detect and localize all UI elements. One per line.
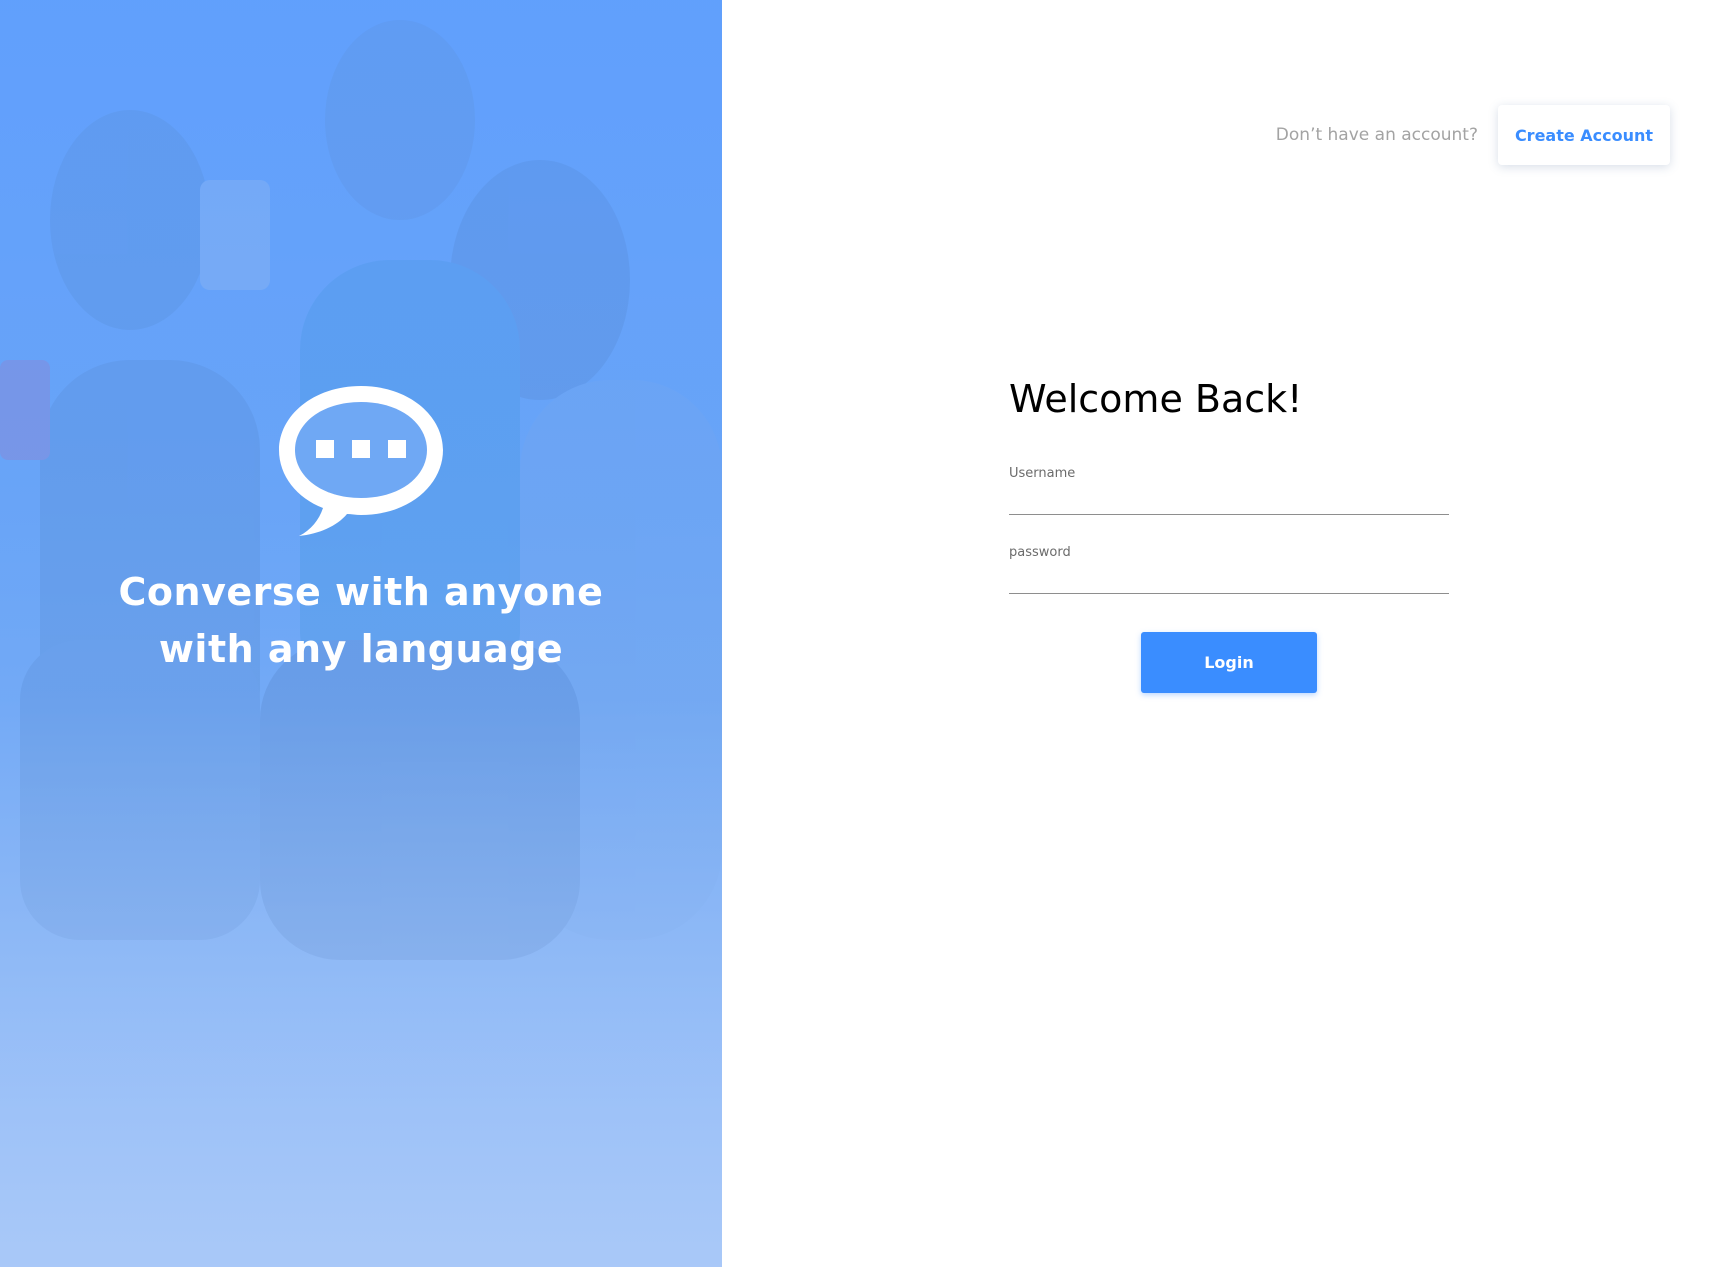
password-input[interactable] <box>1009 561 1449 591</box>
username-field: Username <box>1009 462 1449 515</box>
hero-tagline-line2: with any language <box>158 627 564 671</box>
create-account-button[interactable]: Create Account <box>1498 105 1670 165</box>
login-button-wrap: Login <box>1009 632 1449 693</box>
hero-tagline: Converse with anyone with any language <box>0 564 722 678</box>
page-title: Welcome Back! <box>1009 377 1303 421</box>
username-label: Username <box>1009 466 1076 481</box>
no-account-text: Don’t have an account? <box>1275 125 1478 145</box>
login-page: Converse with anyone with any language D… <box>0 0 1733 1267</box>
hero-panel: Converse with anyone with any language <box>0 0 722 1267</box>
password-field: password <box>1009 541 1449 594</box>
username-input[interactable] <box>1009 482 1449 512</box>
login-form: Welcome Back! Username password Login <box>1009 376 1449 693</box>
hero-content: Converse with anyone with any language <box>0 378 722 678</box>
chat-bubble-icon <box>279 386 443 536</box>
login-button[interactable]: Login <box>1141 632 1317 693</box>
password-label: password <box>1009 545 1071 560</box>
signup-prompt-bar: Don’t have an account? Create Account <box>1276 105 1670 165</box>
hero-tagline-line1: Converse with anyone <box>118 570 604 614</box>
auth-panel: Don’t have an account? Create Account We… <box>722 0 1733 1267</box>
